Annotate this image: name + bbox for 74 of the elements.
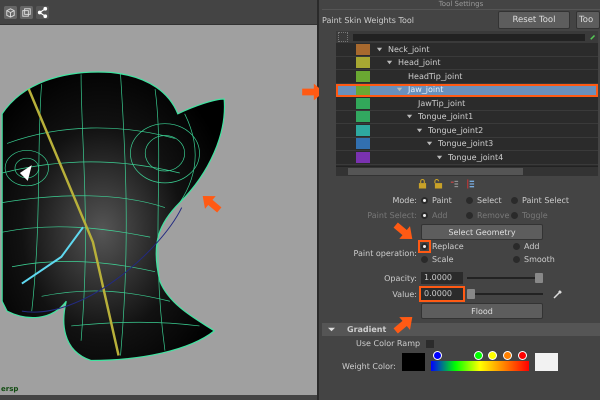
radio-button[interactable] [513,243,520,250]
expand-arrow-icon[interactable] [416,126,423,134]
joint-name: JawTip_joint [418,98,466,108]
list-icon[interactable] [450,179,459,189]
header-button[interactable]: Too [576,11,600,29]
expand-arrow-icon[interactable] [436,154,443,161]
ramp-marker[interactable] [488,351,498,360]
radio-button[interactable] [421,256,428,263]
radio-label: Replace [432,242,464,251]
slider-handle[interactable] [535,273,543,283]
eyedropper-icon[interactable] [553,289,563,299]
influence-row[interactable]: Head_joint [336,56,598,70]
radio-button[interactable] [421,197,428,204]
checkbox[interactable] [426,340,434,348]
field-label: Opacity: [383,274,417,282]
collapse-arrow-icon[interactable] [328,326,335,333]
joint-name: Jaw_joint [408,85,444,94]
color-ramp-bar[interactable] [430,361,529,371]
horizontal-scrollbar[interactable] [336,166,598,176]
radio-label: Paint [432,196,452,205]
ramp-marker[interactable] [518,351,527,360]
slider-handle[interactable] [467,289,475,299]
min-color-swatch[interactable] [402,353,425,371]
cube-icon[interactable] [4,6,17,18]
radio-label: Paint Select [522,196,570,205]
joint-name: HeadTip_joint [408,72,462,81]
pin-icon[interactable] [590,34,596,40]
filter-icon[interactable] [338,32,348,42]
radio-label: Select [477,196,502,205]
lock-icon[interactable] [418,179,427,189]
section-header[interactable]: Gradient [322,323,600,336]
radio-button[interactable] [466,197,473,204]
checkbox-label: Use Color Ramp [356,339,420,348]
tool-name: Paint Skin Weights Tool [322,16,416,24]
ramp-marker[interactable] [503,351,512,360]
radio-label: Smooth [524,255,555,264]
joint-name: Neck_joint [388,44,430,54]
field-label: Mode: [392,196,417,205]
field-label: Weight Color: [342,362,396,371]
max-color-swatch[interactable] [534,353,558,371]
radio-label: Add [524,242,540,251]
expand-arrow-icon[interactable] [386,59,393,66]
expand-arrow-icon[interactable] [406,113,413,120]
radio-label: Scale [432,255,454,264]
expand-arrow-icon[interactable] [376,46,383,53]
share-nodes-icon[interactable] [36,6,49,18]
influence-row[interactable]: JawTip_joint [336,97,598,110]
ramp-marker[interactable] [474,351,483,360]
overlapping-squares-icon[interactable] [20,6,33,18]
joint-name: Tongue_joint3 [438,139,494,148]
influence-row[interactable]: Tongue_joint4 [336,151,598,164]
field-label: Paint operation: [352,248,417,258]
header-button[interactable]: Reset Tool [498,11,570,29]
field-label: Value: [391,290,417,298]
number-field[interactable]: 0.0000 [421,288,463,300]
joint-name: Head_joint [398,58,440,68]
radio-button[interactable] [513,256,520,263]
joint-name: Tongue_joint4 [448,152,504,162]
influence-row[interactable]: Tongue_joint3 [336,138,598,151]
unlock-icon[interactable] [434,179,443,189]
filter-field[interactable] [353,34,585,40]
influence-row[interactable]: Tongue_joint1 [336,110,598,124]
flood-button[interactable]: Flood [421,303,543,319]
hierarchy-list-icon[interactable] [466,179,475,189]
number-field[interactable]: 1.0000 [421,272,463,284]
joint-name: Tongue_joint2 [428,126,484,135]
influence-row[interactable]: Tongue_joint2 [336,124,598,138]
radio-button[interactable] [421,243,428,250]
expand-arrow-icon[interactable] [426,140,433,148]
select-geometry-button[interactable]: Select Geometry [421,224,543,240]
influence-row[interactable]: Neck_joint [336,43,598,56]
ramp-marker[interactable] [432,351,442,360]
radio-button[interactable] [511,197,518,204]
joint-name: Tongue_joint1 [418,112,474,122]
